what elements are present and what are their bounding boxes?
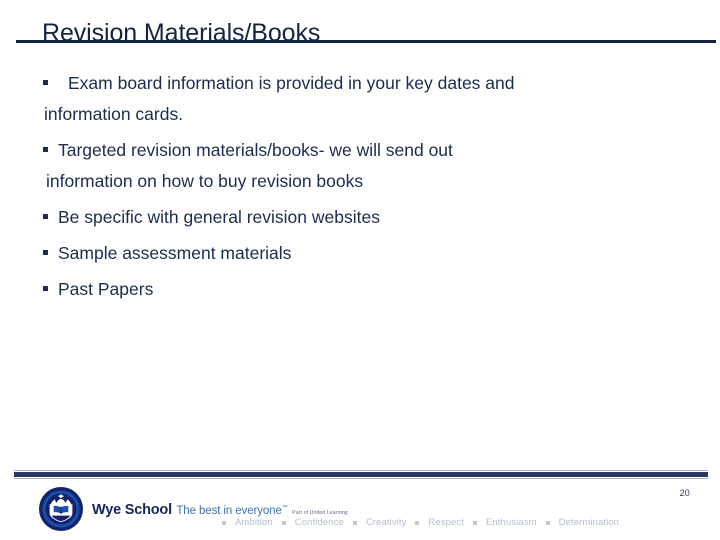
value-ambition: Ambition: [222, 517, 273, 528]
square-bullet-icon: [43, 147, 48, 152]
square-bullet-icon: [43, 80, 48, 85]
list-item: Sample assessment materials: [0, 238, 700, 269]
values-strip: Ambition Confidence Creativity Respect E…: [222, 517, 619, 528]
title-divider: [16, 40, 716, 43]
value-enthusiasm: Enthusiasm: [464, 517, 537, 528]
square-bullet-icon: [545, 520, 550, 525]
footer-divider-thin-bottom: [14, 478, 708, 479]
value-label: Determination: [558, 517, 620, 528]
value-creativity: Creativity: [344, 517, 407, 528]
footer-divider: [14, 470, 708, 479]
page-title: Revision Materials/Books: [42, 19, 321, 47]
value-label: Enthusiasm: [485, 517, 537, 528]
list-item: Exam board information is provided in yo…: [0, 68, 700, 130]
slide-canvas: Revision Materials/Books Exam board info…: [0, 0, 720, 540]
brand-subtitle: Part of United Learning: [292, 509, 348, 516]
list-item: Targeted revision materials/books- we wi…: [0, 135, 700, 197]
value-label: Ambition: [235, 517, 273, 528]
value-confidence: Confidence: [273, 517, 344, 528]
square-bullet-icon: [222, 520, 226, 525]
value-label: Creativity: [365, 517, 407, 528]
bullet-line-2: information cards.: [44, 104, 184, 124]
list-item: Be specific with general revision websit…: [0, 202, 700, 233]
title-block: Revision Materials/Books: [0, 16, 720, 50]
bullet-line-2: information on how to buy revision books: [46, 171, 364, 191]
value-label: Confidence: [294, 517, 344, 528]
value-label: Respect: [428, 517, 464, 528]
brand-tagline-text: The best in everyone: [176, 504, 282, 517]
value-determination: Determination: [537, 517, 619, 528]
bullet-line-1: Be specific with general revision websit…: [58, 207, 380, 227]
brand-tagline: The best in everyone™: [176, 505, 287, 517]
bullet-line-1: Past Papers: [58, 279, 154, 299]
square-bullet-icon: [43, 250, 48, 255]
square-bullet-icon: [281, 520, 286, 525]
square-bullet-icon: [472, 520, 477, 525]
trademark-symbol: ™: [281, 505, 288, 512]
brand-name: Wye School: [92, 501, 172, 518]
brand-text: Wye School The best in everyone™ Part of…: [92, 500, 348, 518]
list-item: Past Papers: [0, 274, 700, 305]
value-respect: Respect: [406, 517, 464, 528]
page-number: 20: [679, 488, 690, 498]
square-bullet-icon: [43, 214, 48, 219]
school-crest-icon: [38, 486, 84, 532]
square-bullet-icon: [415, 520, 420, 525]
footer-divider-thin-top: [14, 470, 708, 471]
bullet-list: Exam board information is provided in yo…: [0, 68, 700, 310]
bullet-line-1: Exam board information is provided in yo…: [68, 73, 515, 93]
square-bullet-icon: [43, 286, 48, 291]
bullet-line-1: Targeted revision materials/books- we wi…: [58, 140, 453, 160]
footer-divider-thick: [14, 472, 708, 477]
square-bullet-icon: [352, 520, 357, 525]
bullet-line-1: Sample assessment materials: [58, 243, 292, 263]
